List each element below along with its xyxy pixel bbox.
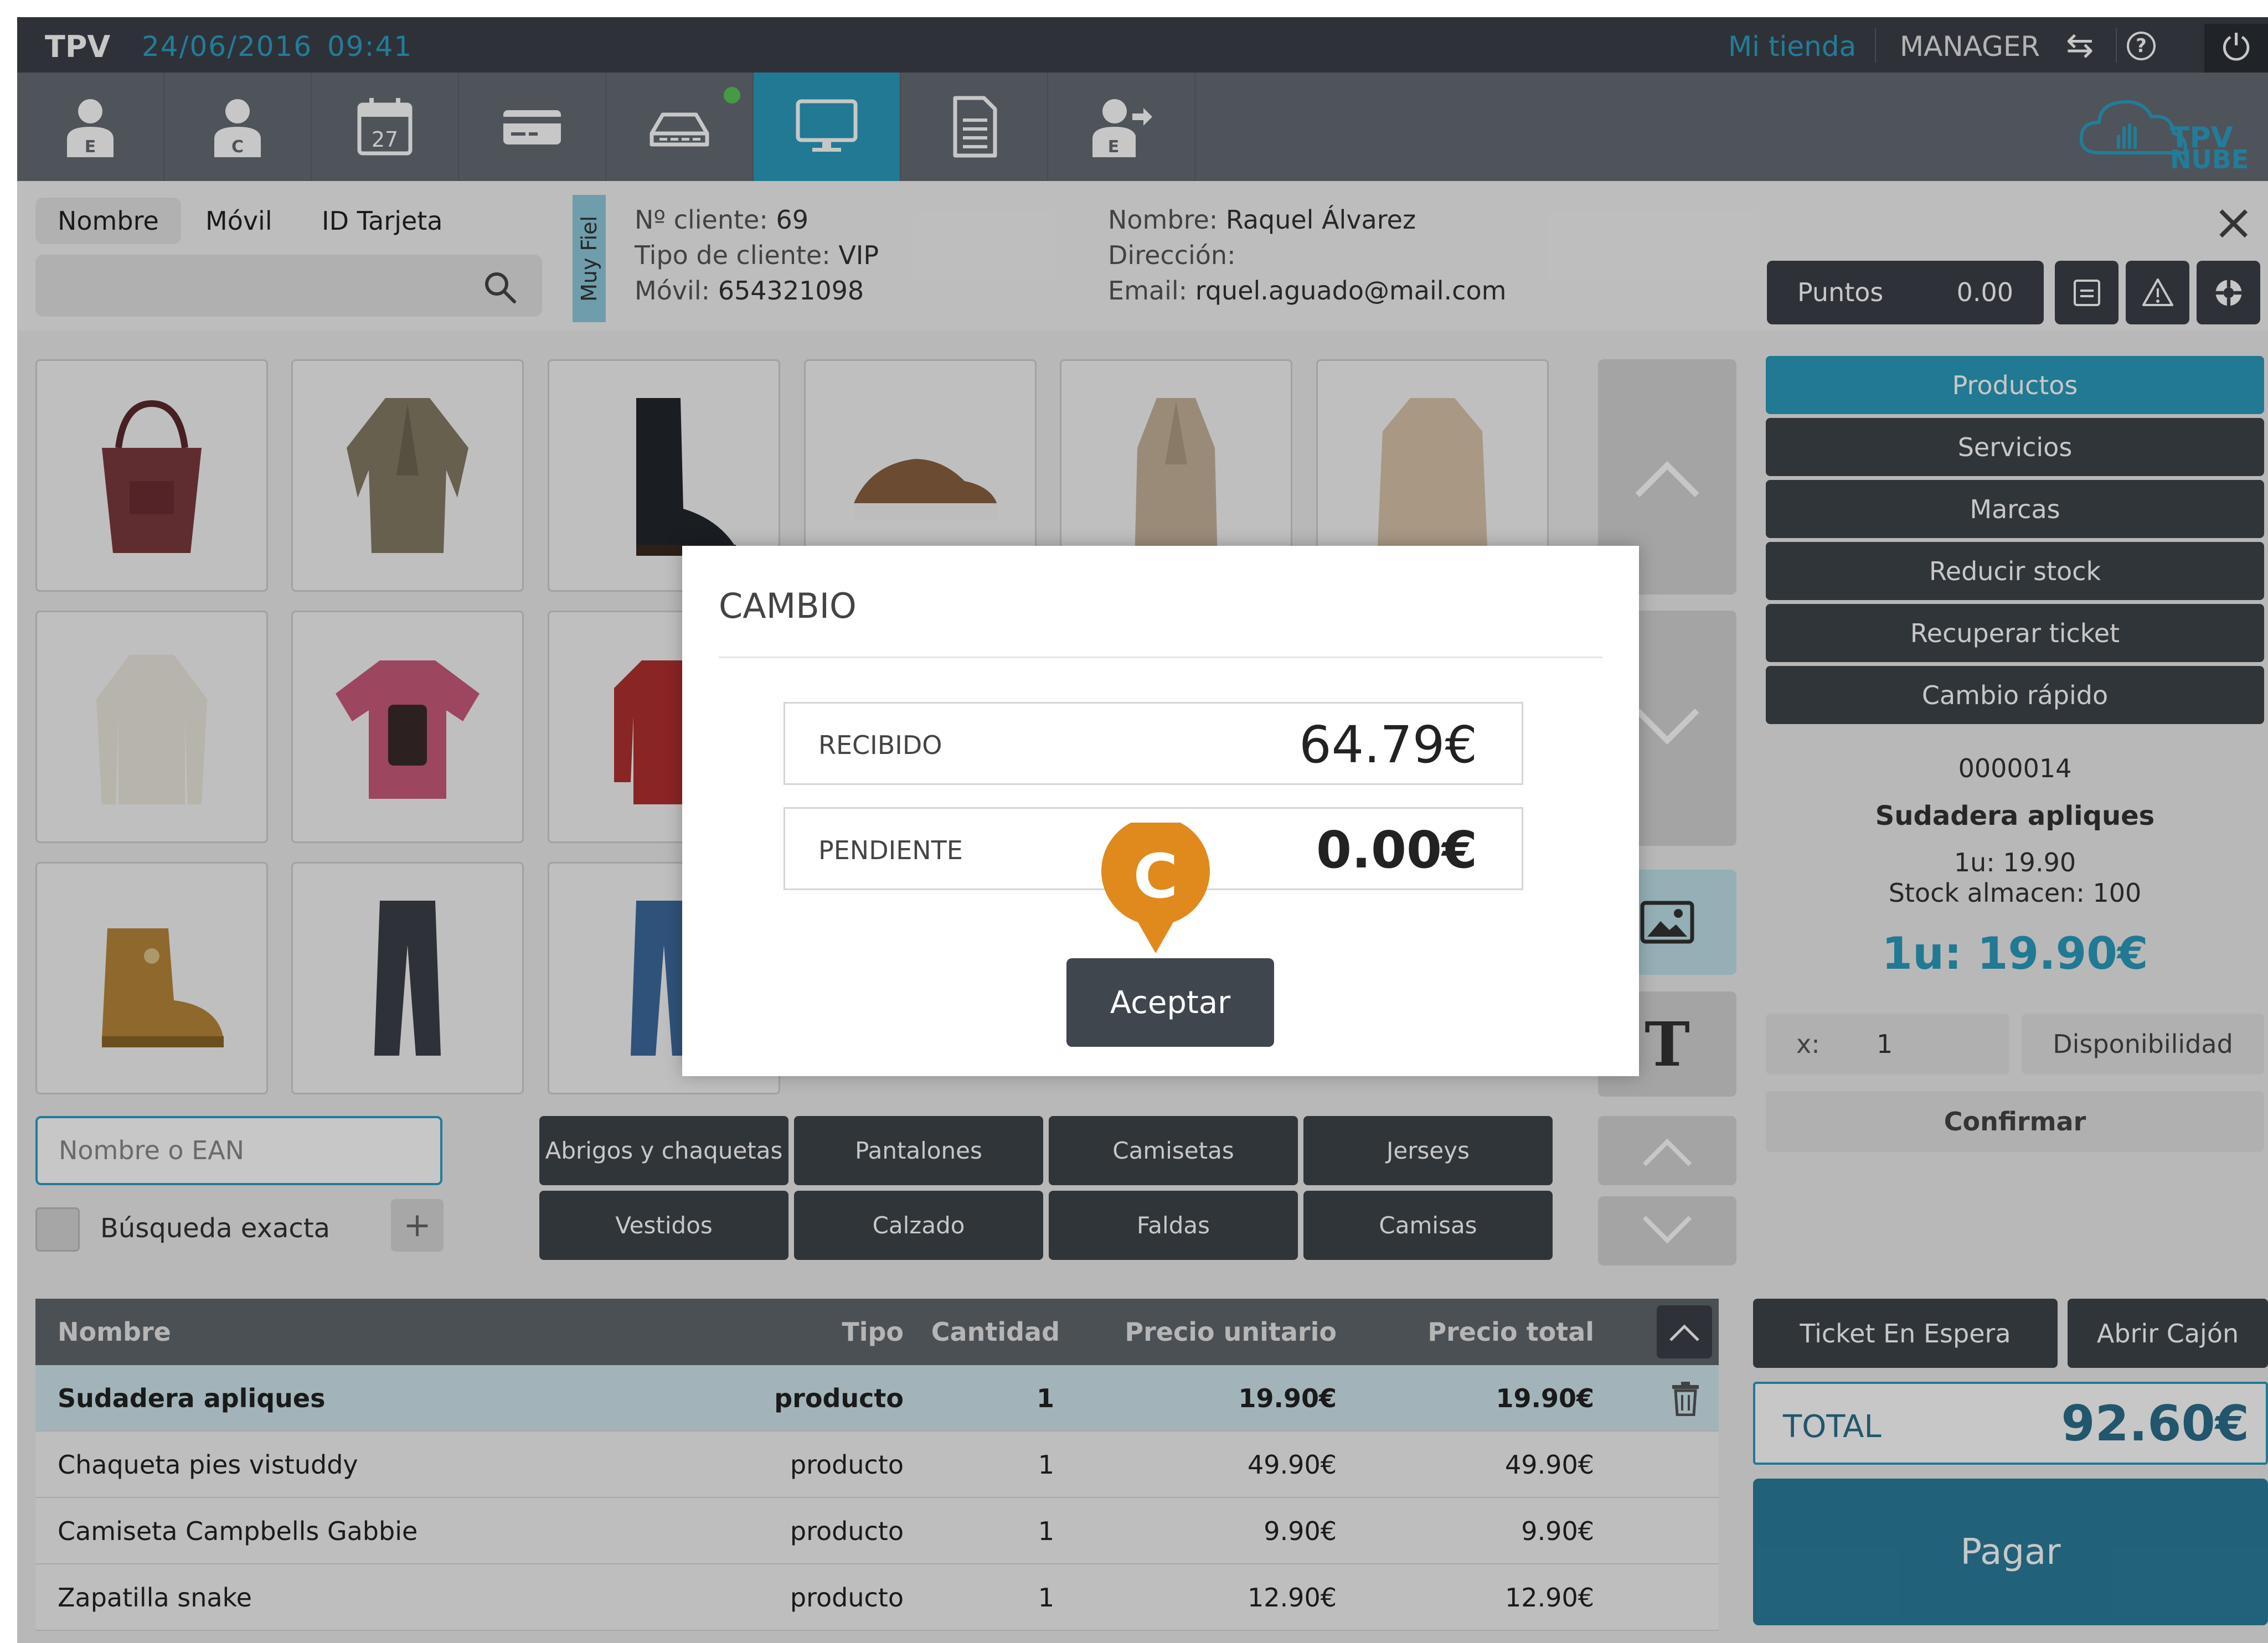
pending-amount: 0.00€ — [1316, 820, 1477, 880]
svg-text:C: C — [1133, 841, 1178, 912]
dialog-divider — [719, 657, 1602, 658]
received-label: RECIBIDO — [818, 730, 942, 760]
change-dialog: CAMBIO RECIBIDO 64.79€ PENDIENTE 0.00€ A… — [682, 546, 1639, 1076]
pending-label: PENDIENTE — [818, 835, 963, 865]
pos-screen: TPV 24/06/2016 09:41 Mi tienda MANAGER ⇆… — [17, 17, 2268, 1643]
map-pin-marker: C — [1101, 823, 1210, 953]
dialog-title: CAMBIO — [719, 586, 857, 626]
accept-button[interactable]: Aceptar — [1066, 958, 1274, 1047]
received-amount: 64.79€ — [1299, 715, 1477, 774]
received-field: RECIBIDO 64.79€ — [784, 702, 1523, 785]
